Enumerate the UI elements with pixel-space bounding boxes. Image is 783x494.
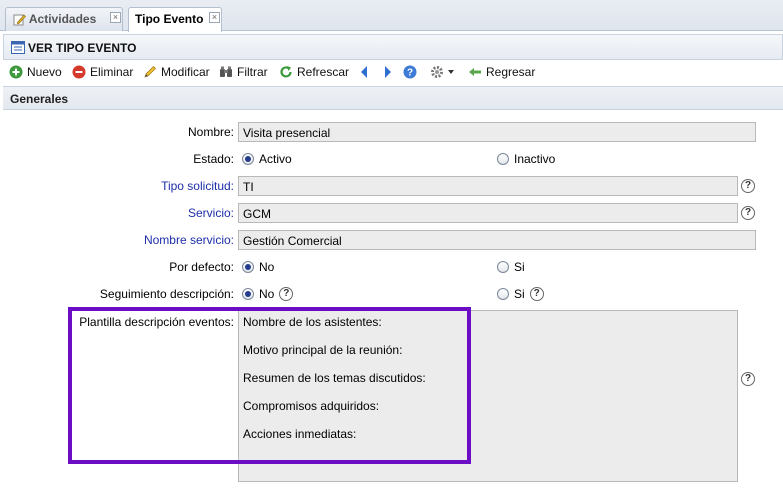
help-icon[interactable]: ? bbox=[279, 287, 294, 301]
refrescar-label: Refrescar bbox=[297, 65, 350, 79]
tab-strip: Actividades × Tipo Evento × bbox=[0, 0, 783, 32]
nombre-servicio-field[interactable]: Gestión Comercial bbox=[238, 230, 756, 250]
arrow-left-icon bbox=[357, 65, 371, 79]
nombre-label: Nombre: bbox=[187, 125, 234, 139]
eliminar-label: Eliminar bbox=[90, 65, 134, 79]
estado-activo-radio[interactable]: Activo bbox=[242, 152, 292, 166]
seguimiento-si-label: Si bbox=[514, 287, 525, 301]
next-button[interactable] bbox=[381, 64, 395, 80]
help-icon[interactable]: ? bbox=[741, 206, 755, 220]
delete-icon bbox=[72, 65, 86, 79]
radio-selected-icon bbox=[242, 153, 254, 165]
tab-tipo-evento[interactable]: Tipo Evento × bbox=[128, 7, 222, 32]
section-header: Generales bbox=[3, 86, 783, 110]
tipo-solicitud-label[interactable]: Tipo solicitud: bbox=[161, 179, 234, 193]
radio-empty-icon bbox=[497, 261, 509, 273]
plantilla-line: Resumen de los temas discutidos: bbox=[243, 371, 426, 385]
pencil-icon bbox=[12, 13, 26, 27]
refrescar-button[interactable]: Refrescar bbox=[279, 64, 349, 80]
chevron-down-icon bbox=[448, 65, 454, 79]
plantilla-textarea[interactable]: Nombre de los asistentes: Motivo princip… bbox=[238, 310, 738, 482]
por-defecto-si-radio[interactable]: Si bbox=[497, 260, 525, 274]
regresar-button[interactable]: Regresar bbox=[468, 64, 535, 80]
estado-inactivo-label: Inactivo bbox=[514, 152, 556, 166]
help-icon[interactable]: ? bbox=[529, 287, 544, 301]
help-icon[interactable]: ? bbox=[741, 372, 755, 386]
close-icon[interactable]: × bbox=[209, 12, 220, 23]
por-defecto-label: Por defecto: bbox=[169, 260, 234, 274]
servicio-field[interactable]: GCM bbox=[238, 203, 738, 223]
plantilla-line: Nombre de los asistentes: bbox=[243, 315, 382, 329]
estado-activo-label: Activo bbox=[259, 152, 292, 166]
seguimiento-no-radio[interactable]: No ? bbox=[242, 287, 294, 301]
seguimiento-si-radio[interactable]: Si ? bbox=[497, 287, 544, 301]
eliminar-button[interactable]: Eliminar bbox=[72, 64, 133, 80]
help-icon[interactable]: ? bbox=[741, 179, 755, 193]
plantilla-label: Plantilla descripción eventos: bbox=[79, 315, 234, 329]
radio-empty-icon bbox=[497, 153, 509, 165]
modificar-label: Modificar bbox=[161, 65, 210, 79]
page-title: VER TIPO EVENTO bbox=[28, 41, 137, 55]
add-icon bbox=[9, 65, 23, 79]
plantilla-line: Compromisos adquiridos: bbox=[243, 399, 380, 413]
tab-tipo-evento-label: Tipo Evento bbox=[135, 12, 204, 26]
refresh-icon bbox=[279, 65, 293, 79]
previous-button[interactable] bbox=[357, 64, 371, 80]
estado-label: Estado: bbox=[193, 152, 234, 166]
por-defecto-no-radio[interactable]: No bbox=[242, 260, 274, 274]
radio-selected-icon bbox=[242, 261, 254, 273]
arrow-right-icon bbox=[381, 65, 395, 79]
plantilla-line: Acciones inmediatas: bbox=[243, 427, 357, 441]
close-icon[interactable]: × bbox=[110, 12, 121, 23]
filtrar-label: Filtrar bbox=[237, 65, 268, 79]
section-title: Generales bbox=[10, 92, 69, 106]
filtrar-button[interactable]: Filtrar bbox=[219, 64, 268, 80]
svg-text:?: ? bbox=[407, 68, 413, 79]
back-arrow-icon bbox=[468, 65, 482, 79]
nombre-field[interactable]: Visita presencial bbox=[238, 122, 756, 142]
radio-selected-icon bbox=[242, 288, 254, 300]
help-icon: ? bbox=[403, 65, 417, 79]
tipo-solicitud-field[interactable]: TI bbox=[238, 176, 738, 196]
settings-button[interactable] bbox=[430, 64, 454, 80]
plantilla-line: Motivo principal de la reunión: bbox=[243, 343, 403, 357]
seguimiento-no-label: No bbox=[259, 287, 275, 301]
nuevo-label: Nuevo bbox=[27, 65, 62, 79]
por-defecto-no-label: No bbox=[259, 260, 275, 274]
seguimiento-label: Seguimiento descripción: bbox=[99, 287, 234, 301]
regresar-label: Regresar bbox=[486, 65, 536, 79]
help-button[interactable]: ? bbox=[403, 64, 417, 80]
pencil-icon bbox=[143, 65, 157, 79]
modificar-button[interactable]: Modificar bbox=[143, 64, 210, 80]
nombre-servicio-label[interactable]: Nombre servicio: bbox=[144, 233, 234, 247]
gear-icon bbox=[430, 65, 444, 79]
servicio-label[interactable]: Servicio: bbox=[188, 206, 234, 220]
form-icon bbox=[11, 40, 25, 54]
estado-inactivo-radio[interactable]: Inactivo bbox=[497, 152, 555, 166]
por-defecto-si-label: Si bbox=[514, 260, 525, 274]
panel-header: VER TIPO EVENTO bbox=[3, 34, 783, 60]
toolbar: Nuevo Eliminar Modificar Filtrar Refresc… bbox=[3, 60, 783, 84]
nuevo-button[interactable]: Nuevo bbox=[9, 64, 62, 80]
radio-empty-icon bbox=[497, 288, 509, 300]
tab-actividades-label: Actividades bbox=[28, 12, 97, 26]
binoculars-icon bbox=[219, 65, 233, 79]
tab-actividades[interactable]: Actividades × bbox=[5, 7, 123, 31]
